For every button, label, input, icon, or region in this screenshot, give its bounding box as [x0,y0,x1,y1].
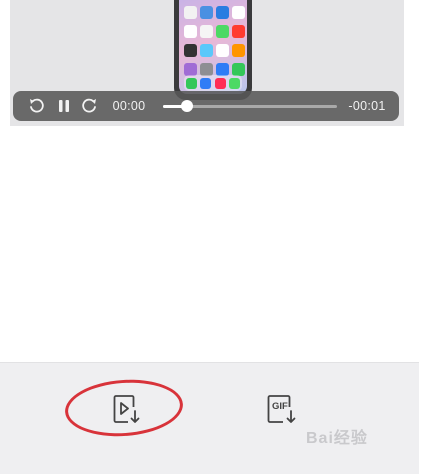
forward-icon[interactable] [79,91,101,121]
phone-dock [184,75,242,91]
remaining-time: -00:01 [348,99,386,113]
save-gif-button[interactable]: GIF [266,392,300,426]
phone-screen [179,0,247,94]
phone-image [174,0,252,100]
rewind-icon[interactable] [25,91,47,121]
current-time: 00:00 [112,99,146,113]
bottom-toolbar [0,362,419,474]
gif-label: GIF [272,401,288,412]
app-icon-grid [184,6,245,76]
progress-thumb[interactable] [181,100,194,112]
video-player-bar: 00:00 -00:01 [13,91,399,121]
pause-icon[interactable] [53,91,75,121]
watermark: Bai经验 [306,430,368,447]
